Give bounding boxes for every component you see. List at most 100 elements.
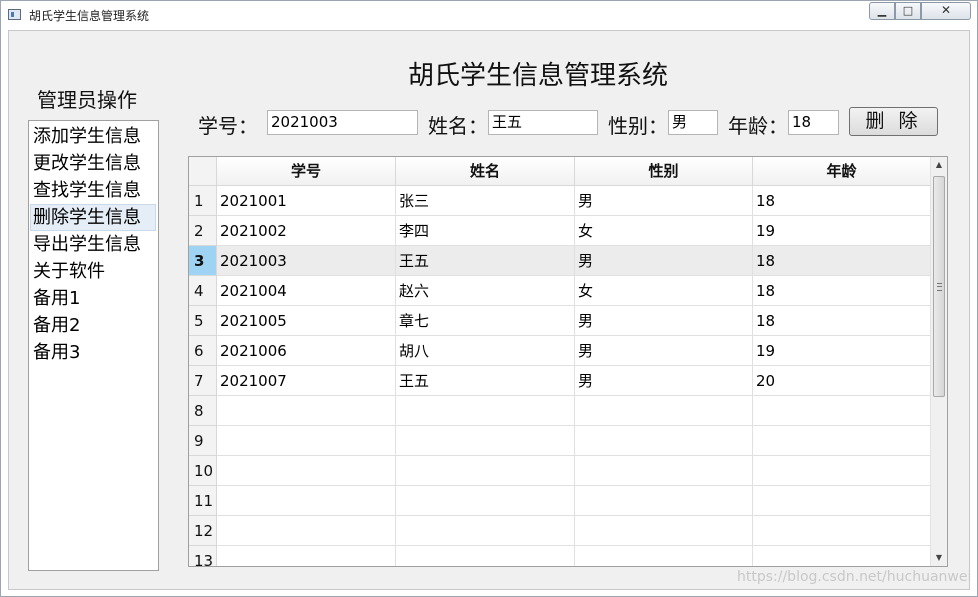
cell-age[interactable]: 18 [753, 186, 931, 216]
row-header[interactable]: 10 [189, 456, 217, 486]
row-header[interactable]: 5 [189, 306, 217, 336]
cell-name[interactable]: 李四 [396, 216, 575, 246]
row-header[interactable]: 3 [189, 246, 217, 276]
cell-age[interactable] [753, 426, 931, 456]
column-header-id[interactable]: 学号 [217, 157, 396, 186]
cell-name[interactable] [396, 546, 575, 566]
cell-student-id[interactable] [217, 546, 396, 566]
row-header[interactable]: 12 [189, 516, 217, 546]
row-header[interactable]: 13 [189, 546, 217, 566]
cell-name[interactable]: 王五 [396, 246, 575, 276]
row-header[interactable]: 11 [189, 486, 217, 516]
table-row[interactable]: 11 [189, 486, 931, 516]
cell-age[interactable]: 18 [753, 276, 931, 306]
cell-student-id[interactable] [217, 426, 396, 456]
age-field[interactable]: 18 [788, 110, 839, 135]
cell-name[interactable] [396, 396, 575, 426]
cell-name[interactable]: 王五 [396, 366, 575, 396]
menu-item-find-student[interactable]: 查找学生信息 [29, 177, 158, 204]
cell-age[interactable]: 20 [753, 366, 931, 396]
cell-gender[interactable]: 男 [575, 186, 753, 216]
cell-age[interactable]: 19 [753, 216, 931, 246]
operation-list[interactable]: 添加学生信息 更改学生信息 查找学生信息 删除学生信息 导出学生信息 关于软件 … [28, 120, 159, 571]
cell-student-id[interactable] [217, 486, 396, 516]
cell-age[interactable] [753, 516, 931, 546]
cell-age[interactable]: 18 [753, 306, 931, 336]
cell-gender[interactable] [575, 396, 753, 426]
cell-gender[interactable]: 女 [575, 216, 753, 246]
gender-field[interactable]: 男 [668, 110, 718, 135]
cell-gender[interactable] [575, 456, 753, 486]
cell-gender[interactable]: 男 [575, 336, 753, 366]
table-row[interactable]: 4 2021004 赵六女 18 [189, 276, 931, 306]
row-header[interactable]: 4 [189, 276, 217, 306]
menu-item-delete-student[interactable]: 删除学生信息 [30, 204, 156, 231]
cell-age[interactable]: 19 [753, 336, 931, 366]
cell-gender[interactable] [575, 426, 753, 456]
table-row[interactable]: 10 [189, 456, 931, 486]
table-row[interactable]: 8 [189, 396, 931, 426]
cell-student-id[interactable]: 2021007 [217, 366, 396, 396]
row-header[interactable]: 7 [189, 366, 217, 396]
scrollbar-thumb[interactable] [933, 176, 945, 397]
cell-name[interactable] [396, 516, 575, 546]
student-table[interactable]: 学号 姓名 性别 年龄 1 2021001 张三男 18 2 2021002 李四女 19 3 2… [188, 156, 948, 567]
cell-name[interactable]: 赵六 [396, 276, 575, 306]
cell-student-id[interactable]: 2021003 [217, 246, 396, 276]
maximize-button[interactable]: □ [895, 2, 921, 20]
menu-item-update-student[interactable]: 更改学生信息 [29, 150, 158, 177]
table-row[interactable]: 6 2021006 胡八男 19 [189, 336, 931, 366]
row-header[interactable]: 9 [189, 426, 217, 456]
cell-student-id[interactable]: 2021005 [217, 306, 396, 336]
cell-name[interactable] [396, 486, 575, 516]
column-header-age[interactable]: 年龄 [753, 157, 931, 186]
cell-student-id[interactable] [217, 516, 396, 546]
menu-item-reserve-3[interactable]: 备用3 [29, 339, 158, 366]
row-header[interactable]: 1 [189, 186, 217, 216]
cell-gender[interactable]: 女 [575, 276, 753, 306]
table-row[interactable]: 1 2021001 张三男 18 [189, 186, 931, 216]
close-button[interactable]: ✕ [921, 2, 971, 20]
cell-gender[interactable] [575, 486, 753, 516]
cell-name[interactable] [396, 456, 575, 486]
cell-gender[interactable]: 男 [575, 306, 753, 336]
cell-age[interactable]: 18 [753, 246, 931, 276]
menu-item-reserve-1[interactable]: 备用1 [29, 285, 158, 312]
cell-gender[interactable] [575, 516, 753, 546]
cell-gender[interactable] [575, 546, 753, 566]
cell-student-id[interactable] [217, 396, 396, 426]
cell-student-id[interactable]: 2021001 [217, 186, 396, 216]
table-row[interactable]: 12 [189, 516, 931, 546]
cell-student-id[interactable]: 2021006 [217, 336, 396, 366]
table-row[interactable]: 9 [189, 426, 931, 456]
scroll-up-arrow-icon[interactable]: ▲ [931, 157, 947, 173]
cell-student-id[interactable]: 2021002 [217, 216, 396, 246]
menu-item-export-student[interactable]: 导出学生信息 [29, 231, 158, 258]
name-field[interactable]: 王五 [488, 110, 598, 135]
table-vertical-scrollbar[interactable]: ▲ ▼ [930, 157, 947, 566]
menu-item-reserve-2[interactable]: 备用2 [29, 312, 158, 339]
column-header-gender[interactable]: 性别 [575, 157, 753, 186]
table-row[interactable]: 2 2021002 李四女 19 [189, 216, 931, 246]
cell-student-id[interactable] [217, 456, 396, 486]
table-row[interactable]: 13 [189, 546, 931, 566]
cell-name[interactable]: 胡八 [396, 336, 575, 366]
minimize-button[interactable]: ▁ [869, 2, 895, 20]
cell-name[interactable] [396, 426, 575, 456]
table-row[interactable]: 3 2021003 王五男 18 [189, 246, 931, 276]
table-corner-button[interactable] [189, 157, 217, 186]
table-row[interactable]: 5 2021005 章七男 18 [189, 306, 931, 336]
row-header[interactable]: 2 [189, 216, 217, 246]
column-header-name[interactable]: 姓名 [396, 157, 575, 186]
table-row[interactable]: 7 2021007 王五男 20 [189, 366, 931, 396]
row-header[interactable]: 8 [189, 396, 217, 426]
cell-age[interactable] [753, 546, 931, 566]
cell-gender[interactable]: 男 [575, 246, 753, 276]
cell-age[interactable] [753, 486, 931, 516]
cell-student-id[interactable]: 2021004 [217, 276, 396, 306]
delete-button[interactable]: 删 除 [849, 107, 938, 136]
row-header[interactable]: 6 [189, 336, 217, 366]
cell-age[interactable] [753, 456, 931, 486]
cell-age[interactable] [753, 396, 931, 426]
menu-item-add-student[interactable]: 添加学生信息 [29, 123, 158, 150]
